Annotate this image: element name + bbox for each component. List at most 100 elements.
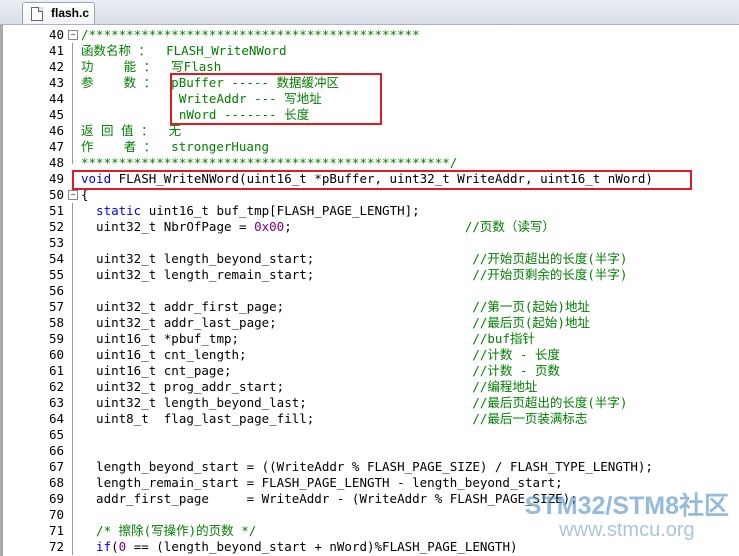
code-token: /***************************************… xyxy=(81,27,420,42)
code-token: //开始页超出的长度(半字) xyxy=(472,251,628,266)
code-line[interactable]: 62 uint32_t prog_addr_start; //编程地址 xyxy=(0,379,739,395)
fold-guide xyxy=(72,43,73,59)
code-token: uint32_t NbrOfPage = xyxy=(81,219,255,234)
code-text: length_remain_start = FLASH_PAGE_LENGTH … xyxy=(81,475,563,491)
code-line[interactable]: 61 uint16_t cnt_page; //计数 - 页数 xyxy=(0,363,739,379)
fold-guide xyxy=(72,59,73,75)
code-line[interactable]: 40−/************************************… xyxy=(0,27,739,43)
tab-flash-c[interactable]: flash.c xyxy=(22,2,95,24)
code-line[interactable]: 59 uint16_t *pbuf_tmp; //buf指针 xyxy=(0,331,739,347)
code-text: uint32_t length_beyond_start; //开始页超出的长度… xyxy=(81,251,627,267)
code-token: //开始页剩余的长度(半字) xyxy=(472,267,628,282)
line-number: 61 xyxy=(48,363,64,378)
code-line[interactable]: 63 uint32_t length_beyond_last; //最后页超出的… xyxy=(0,395,739,411)
line-number: 51 xyxy=(48,203,64,218)
code-token: == (length_beyond_start + nWord)%FLASH_P… xyxy=(126,539,518,554)
code-token: uint32_t prog_addr_start; xyxy=(81,379,473,394)
code-token: 函数名称 ： FLASH_WriteNWord xyxy=(81,43,287,58)
code-line[interactable]: 67 length_beyond_start = ((WriteAddr % F… xyxy=(0,459,739,475)
code-token: uint16_t *pbuf_tmp; xyxy=(81,331,473,346)
code-text: uint16_t *pbuf_tmp; //buf指针 xyxy=(81,331,535,347)
code-token: static xyxy=(81,203,142,218)
code-text: 返 回 值 ： 无 xyxy=(81,123,181,139)
tab-label: flash.c xyxy=(51,6,90,20)
fold-guide xyxy=(72,491,73,507)
code-text: static uint16_t buf_tmp[FLASH_PAGE_LENGT… xyxy=(81,203,420,219)
code-text: uint16_t cnt_length; //计数 - 长度 xyxy=(81,347,560,363)
code-line[interactable]: 60 uint16_t cnt_length; //计数 - 长度 xyxy=(0,347,739,363)
code-line[interactable]: 64 uint8_t flag_last_page_fill; //最后一页装满… xyxy=(0,411,739,427)
code-token: 0x00 xyxy=(254,219,285,234)
code-text: uint8_t flag_last_page_fill; //最后一页装满标志 xyxy=(81,411,587,427)
watermark: STM32/STM8社区 www.stmcu.org xyxy=(525,493,729,541)
line-number: 57 xyxy=(48,299,64,314)
fold-toggle-icon[interactable]: − xyxy=(68,30,78,40)
code-text: if(0 == (length_beyond_start + nWord)%FL… xyxy=(81,539,518,555)
code-line[interactable]: 57 uint32_t addr_first_page; //第一页(起始)地址 xyxy=(0,299,739,315)
fold-guide xyxy=(72,267,73,283)
code-line[interactable]: 55 uint32_t length_remain_start; //开始页剩余… xyxy=(0,267,739,283)
code-line[interactable]: 54 uint32_t length_beyond_start; //开始页超出… xyxy=(0,251,739,267)
fold-guide xyxy=(72,251,73,267)
code-token: uint16_t buf_tmp[FLASH_PAGE_LENGTH]; xyxy=(141,203,420,218)
line-number: 65 xyxy=(48,427,64,442)
code-line[interactable]: 53 xyxy=(0,235,739,251)
line-number: 67 xyxy=(48,459,64,474)
line-number: 50 xyxy=(48,187,64,202)
code-line[interactable]: 48 **************************************… xyxy=(0,155,739,171)
line-number: 58 xyxy=(48,315,64,330)
fold-guide xyxy=(72,299,73,315)
code-text: addr_first_page = WriteAddr - (WriteAddr… xyxy=(81,491,578,507)
code-text: uint32_t length_remain_start; //开始页剩余的长度… xyxy=(81,267,627,283)
fold-guide xyxy=(72,139,73,155)
code-line[interactable]: 56 xyxy=(0,283,739,299)
code-line[interactable]: 47 作 者 ： strongerHuang xyxy=(0,139,739,155)
line-number: 62 xyxy=(48,379,64,394)
fold-guide xyxy=(72,331,73,347)
code-line[interactable]: 68 length_remain_start = FLASH_PAGE_LENG… xyxy=(0,475,739,491)
line-number: 68 xyxy=(48,475,64,490)
fold-guide xyxy=(72,379,73,395)
line-number: 59 xyxy=(48,331,64,346)
line-number: 42 xyxy=(48,59,64,74)
line-number: 60 xyxy=(48,347,64,362)
code-line[interactable]: 65 xyxy=(0,427,739,443)
code-text: 函数名称 ： FLASH_WriteNWord xyxy=(81,43,287,59)
code-token: uint8_t flag_last_page_fill; xyxy=(81,411,473,426)
code-text: 作 者 ： strongerHuang xyxy=(81,139,269,155)
code-editor[interactable]: 40−/************************************… xyxy=(0,25,739,556)
line-number: 56 xyxy=(48,283,64,298)
code-token: //最后一页装满标志 xyxy=(472,411,588,426)
line-number: 41 xyxy=(48,43,64,58)
code-line[interactable]: 41 函数名称 ： FLASH_WriteNWord xyxy=(0,43,739,59)
code-line[interactable]: 51 static uint16_t buf_tmp[FLASH_PAGE_LE… xyxy=(0,203,739,219)
line-number: 72 xyxy=(48,539,64,554)
watermark-url: www.stmcu.org xyxy=(559,519,695,541)
code-token: length_remain_start = FLASH_PAGE_LENGTH … xyxy=(81,475,563,490)
code-line[interactable]: 66 xyxy=(0,443,739,459)
code-token: ( xyxy=(111,539,119,554)
line-number: 71 xyxy=(48,523,64,538)
code-token: ****************************************… xyxy=(81,155,458,170)
highlight-box-signature xyxy=(72,170,692,190)
line-number: 44 xyxy=(48,91,64,106)
code-token: //编程地址 xyxy=(472,379,538,394)
highlight-box-params xyxy=(170,73,382,125)
code-line[interactable]: 58 uint32_t addr_last_page; //最后页(起始)地址 xyxy=(0,315,739,331)
fold-guide xyxy=(72,219,73,235)
line-number: 45 xyxy=(48,107,64,122)
code-token: //最后页(起始)地址 xyxy=(472,315,590,330)
code-line[interactable]: 72 if(0 == (length_beyond_start + nWord)… xyxy=(0,539,739,555)
fold-guide xyxy=(72,283,73,299)
code-text: uint32_t length_beyond_last; //最后页超出的长度(… xyxy=(81,395,627,411)
code-line[interactable]: 52 uint32_t NbrOfPage = 0x00; //页数（读写） xyxy=(0,219,739,235)
code-text: length_beyond_start = ((WriteAddr % FLAS… xyxy=(81,459,653,475)
line-number: 48 xyxy=(48,155,64,170)
tab-bar: flash.c xyxy=(0,0,739,25)
line-number: 53 xyxy=(48,235,64,250)
fold-toggle-icon[interactable]: − xyxy=(68,190,78,200)
line-number: 52 xyxy=(48,219,64,234)
code-line[interactable]: 46 返 回 值 ： 无 xyxy=(0,123,739,139)
code-token: uint32_t length_beyond_last; xyxy=(81,395,473,410)
code-text: uint32_t prog_addr_start; //编程地址 xyxy=(81,379,537,395)
